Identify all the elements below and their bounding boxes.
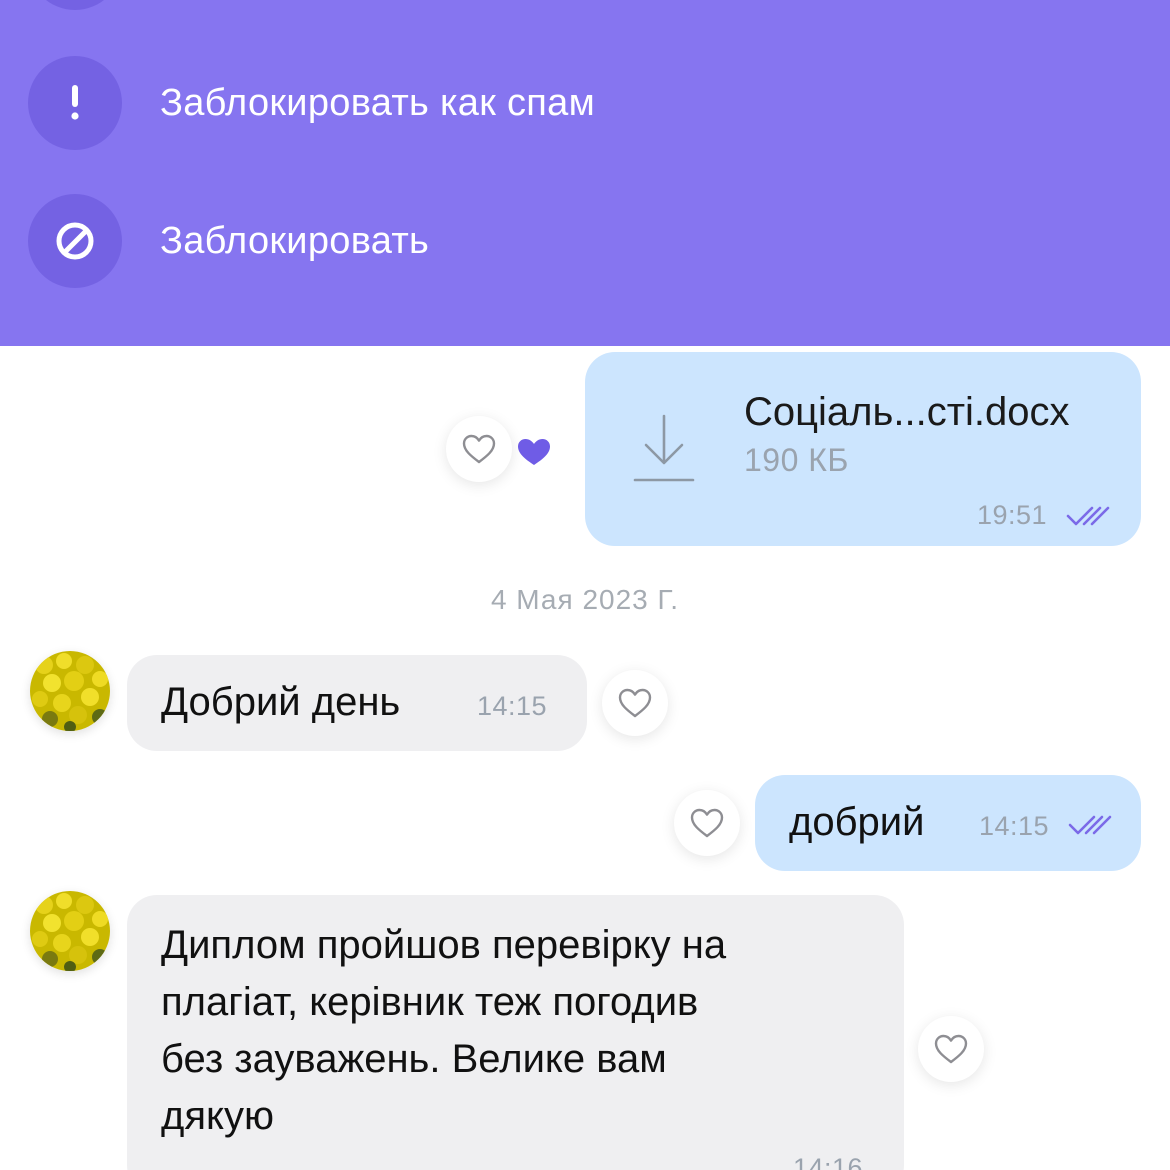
like-button[interactable] bbox=[602, 670, 668, 736]
message-text-line: Диплом пройшов перевірку на bbox=[161, 923, 727, 967]
action-block-label: Заблокировать bbox=[160, 219, 430, 262]
message-text-line: плагіат, керівник теж погодив bbox=[161, 980, 699, 1024]
action-block-as-spam[interactable]: Заблокировать как спам bbox=[0, 48, 1170, 158]
file-name: Соціаль...сті.docx bbox=[744, 390, 1070, 434]
like-button[interactable] bbox=[446, 416, 512, 482]
action-block-as-spam-label: Заблокировать как спам bbox=[160, 81, 596, 124]
message-time: 14:16 bbox=[793, 1153, 864, 1170]
heart-outline-icon bbox=[690, 808, 724, 838]
action-block[interactable]: Заблокировать bbox=[0, 186, 1170, 296]
heart-outline-icon bbox=[934, 1034, 968, 1064]
action-panel: Заблокировать как спам Заблокировать bbox=[0, 0, 1170, 346]
purple-heart-icon bbox=[516, 437, 552, 472]
double-check-icon bbox=[1068, 815, 1112, 835]
avatar[interactable] bbox=[30, 651, 110, 731]
message-text: добрий bbox=[789, 800, 925, 844]
heart-outline-icon bbox=[618, 688, 652, 718]
file-size: 190 КБ bbox=[744, 442, 849, 478]
exclamation-icon bbox=[28, 56, 122, 150]
like-button[interactable] bbox=[674, 790, 740, 856]
message-time: 19:51 bbox=[977, 500, 1048, 530]
chat-screen: Заблокировать как спам Заблокировать Соц… bbox=[0, 0, 1170, 1170]
avatar[interactable] bbox=[30, 891, 110, 971]
outgoing-message-bubble[interactable]: добрий 14:15 bbox=[755, 775, 1141, 871]
block-icon bbox=[28, 194, 122, 288]
incoming-message-bubble[interactable]: Диплом пройшов перевірку на плагіат, кер… bbox=[127, 895, 904, 1170]
download-icon[interactable] bbox=[631, 412, 697, 489]
message-text: Добрий день bbox=[161, 680, 401, 724]
action-icon-partial[interactable] bbox=[28, 0, 122, 10]
message-text-line: дякую bbox=[161, 1094, 274, 1138]
message-time: 14:15 bbox=[979, 811, 1050, 841]
like-button[interactable] bbox=[918, 1016, 984, 1082]
file-message-bubble[interactable]: Соціаль...сті.docx 190 КБ 19:51 bbox=[585, 352, 1141, 546]
message-time: 14:15 bbox=[477, 691, 548, 721]
heart-outline-icon bbox=[462, 434, 496, 464]
date-separator: 4 Мая 2023 Г. bbox=[490, 584, 680, 615]
incoming-message-bubble[interactable]: Добрий день 14:15 bbox=[127, 655, 587, 751]
message-text-line: без зауважень. Велике вам bbox=[161, 1037, 667, 1081]
double-check-icon bbox=[1066, 506, 1110, 526]
